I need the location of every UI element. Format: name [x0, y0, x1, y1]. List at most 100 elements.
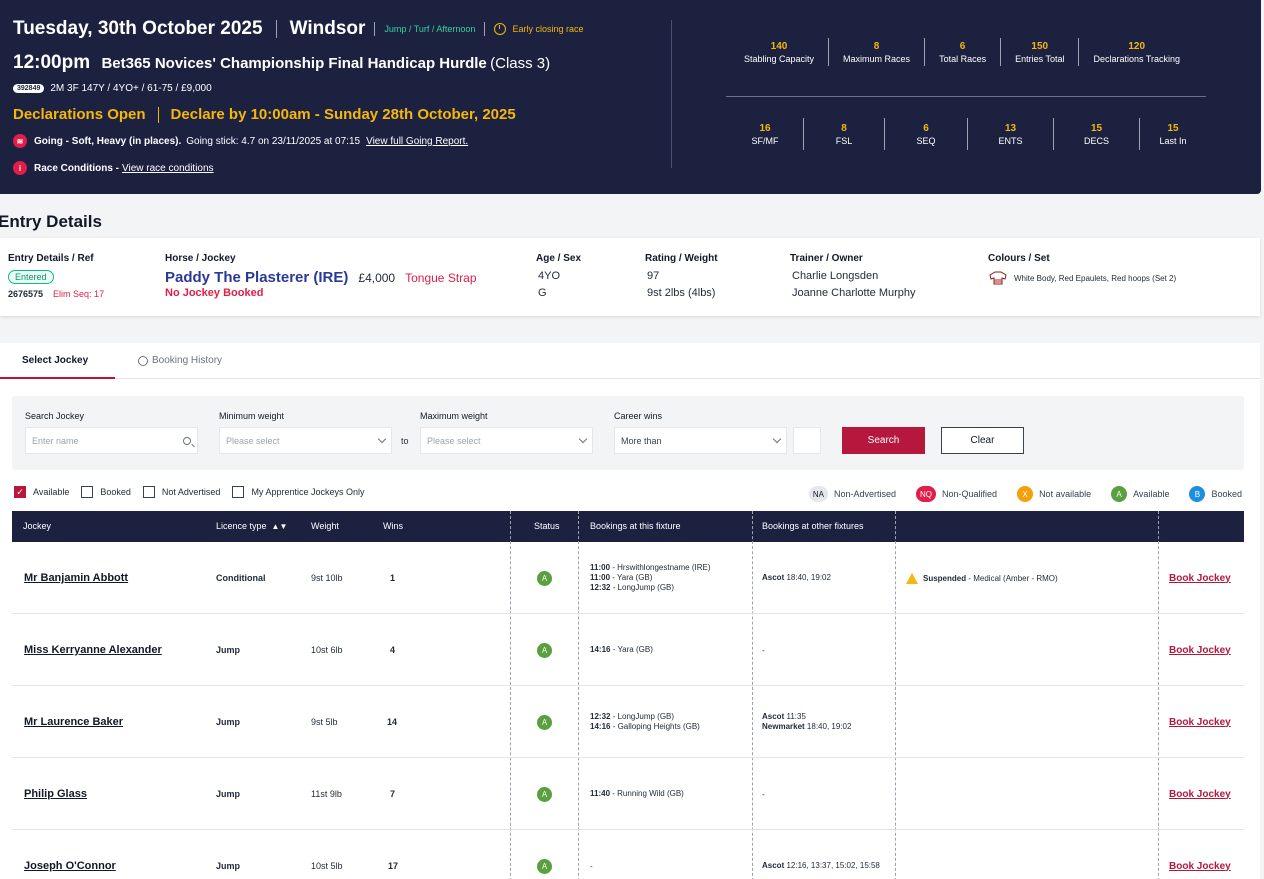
history-icon	[138, 355, 148, 366]
sort-icon[interactable]: ▲▼	[272, 522, 288, 531]
stat-label: Total Races	[939, 53, 987, 64]
jockey-name-link[interactable]: Miss Kerryanne Alexander	[24, 644, 162, 656]
horse-col: Horse / Jockey Paddy The Plasterer (IRE)…	[165, 253, 477, 299]
checkbox-apprentice-only[interactable]: My Apprentice Jockeys Only	[232, 486, 364, 498]
declarations-row: Declarations Open Declare by 10:00am - S…	[13, 106, 516, 123]
jockey-name-link[interactable]: Philip Glass	[24, 788, 87, 800]
suspended-reason: Medical (Amber - RMO)	[973, 573, 1058, 583]
checkbox-booked[interactable]: Booked	[81, 486, 131, 498]
book-jockey-link[interactable]: Book Jockey	[1169, 645, 1231, 656]
checkbox-box[interactable]	[232, 486, 245, 498]
stat-decs: 15 DECS	[1054, 118, 1140, 150]
this-fixture-list: 12:32 - LongJump (GB) 14:16 - Galloping …	[590, 712, 700, 732]
book-jockey-link[interactable]: Book Jockey	[1169, 573, 1231, 584]
booking-time: 11:40	[590, 789, 611, 798]
race-header: Tuesday, 30th October 2025 Windsor Jump …	[0, 0, 1261, 194]
wins-cell: 17	[388, 861, 399, 871]
stat-value: 16	[759, 122, 771, 134]
conditions-label: Race Conditions -	[34, 162, 120, 174]
stat-value: 8	[873, 40, 880, 52]
entry-details-card: Entry Details / Ref Entered 2676575 Elim …	[0, 238, 1260, 316]
career-wins-select[interactable]: More than	[614, 427, 787, 454]
col-heading: Colours / Set	[988, 253, 1050, 264]
horse-line: Paddy The Plasterer (IRE) £4,000 Tongue …	[165, 269, 477, 286]
booking-time: 14:16	[590, 645, 611, 654]
clock-icon	[494, 23, 507, 35]
search-label: Search Jockey	[25, 411, 85, 421]
stat-label: ENTS	[998, 135, 1023, 146]
status-cell: A	[537, 830, 552, 879]
stat-value: 8	[841, 122, 847, 134]
trainer-col: Trainer / Owner Charlie Longsden Joanne …	[790, 253, 916, 299]
race-date: Tuesday, 30th October 2025	[13, 18, 263, 39]
licence-cell: Conditional	[216, 573, 266, 583]
this-fixture-cell: -	[590, 861, 593, 871]
min-weight-select[interactable]: Please select	[219, 427, 392, 454]
col-licence-type[interactable]: Licence type ▲▼	[216, 521, 287, 531]
booking-item: 12:32 - LongJump (GB)	[590, 712, 675, 721]
legend-item: X Not available	[1017, 486, 1091, 502]
jockey-name-link[interactable]: Mr Laurence Baker	[24, 716, 123, 728]
stat-sfmf: 16 SF/MF	[727, 118, 804, 150]
career-wins-value: More than	[621, 435, 662, 446]
booking-horse: Hrswithlongestname (IRE)	[617, 563, 711, 572]
jockey-name-link[interactable]: Joseph O'Connor	[24, 860, 116, 872]
search-button[interactable]: Search	[842, 427, 925, 454]
book-cell: Book Jockey	[1169, 614, 1231, 686]
checkbox-available[interactable]: ✓ Available	[14, 486, 69, 498]
booking-item: 14:16 - Galloping Heights (GB)	[590, 722, 700, 731]
note-cell: Suspended - Medical (Amber - RMO)	[906, 542, 1058, 614]
other-fixture-list: Ascot 11:35 Newmarket 18:40, 19:02	[762, 712, 851, 732]
checkbox-checked-icon[interactable]: ✓	[14, 486, 26, 498]
stats-bottom: 16 SF/MF 8 FSL 6 SEQ 13 ENTS 15 DECS 15 Last I…	[727, 118, 1206, 150]
max-weight-select[interactable]: Please select	[420, 427, 593, 454]
horse-rating: 97	[647, 270, 660, 282]
book-jockey-link[interactable]: Book Jockey	[1169, 717, 1231, 728]
legend-label: Booked	[1211, 489, 1242, 499]
col-heading: Trainer / Owner	[790, 253, 863, 264]
race-conditions-link[interactable]: View race conditions	[122, 163, 214, 174]
stat-value: 120	[1128, 40, 1146, 52]
stat-last-in: 15 Last In	[1140, 118, 1206, 150]
licence-cell: Jump	[216, 789, 241, 799]
book-jockey-link[interactable]: Book Jockey	[1169, 861, 1231, 872]
declare-by: Declare by 10:00am - Sunday 28th October…	[170, 106, 516, 123]
booking-course: Ascot	[762, 573, 785, 582]
jockey-name-link[interactable]: Mr Banjamin Abbott	[24, 572, 128, 584]
stat-value: 140	[770, 40, 788, 52]
horse-price: £4,000	[358, 271, 396, 285]
booking-times: 11:35	[786, 712, 806, 721]
race-meta: Jump / Turf / Afternoon	[384, 24, 476, 34]
race-info-row: 392849 2M 3F 147Y / 4YO+ / 61-75 / £9,00…	[13, 83, 212, 94]
horse-name[interactable]: Paddy The Plasterer (IRE)	[165, 269, 348, 286]
weight-cell: 11st 9lb	[311, 789, 342, 799]
checkbox-box[interactable]	[81, 486, 94, 498]
race-class: (Class 3)	[490, 55, 551, 72]
going-report-link[interactable]: View full Going Report.	[366, 136, 468, 147]
active-tab-indicator	[0, 377, 115, 379]
book-jockey-link[interactable]: Book Jockey	[1169, 789, 1231, 800]
stat-label: DECS	[1083, 135, 1109, 146]
booking-time: 11:00	[590, 563, 611, 572]
legend-label: Non-Advertised	[834, 489, 897, 499]
select-jockey-panel: Select Jockey Booking History Search Joc…	[0, 343, 1260, 879]
this-fixture-list: 11:00 - Hrswithlongestname (IRE) 11:00 -…	[590, 563, 711, 593]
race-name-row: 12:00pm Bet365 Novices' Championship Fin…	[13, 52, 550, 74]
tab-booking-history[interactable]: Booking History	[138, 355, 222, 366]
status-available-badge: A	[537, 714, 552, 730]
status-available-badge: A	[537, 570, 552, 586]
search-input[interactable]: Enter name	[25, 427, 198, 454]
booking-horse: LongJump (GB)	[617, 712, 675, 721]
stat-value: 15	[1090, 122, 1103, 134]
career-wins-input[interactable]	[793, 427, 821, 454]
clear-button[interactable]: Clear	[941, 427, 1024, 454]
early-closing-label: Early closing race	[512, 24, 584, 34]
checkbox-box[interactable]	[142, 486, 155, 498]
col-status: Status	[534, 521, 560, 531]
other-fixtures-cell: Ascot 18:40, 19:02	[762, 542, 831, 614]
checkbox-not-advertised[interactable]: Not Advertised	[142, 486, 220, 498]
tab-select-jockey[interactable]: Select Jockey	[22, 355, 88, 366]
table-row: Philip Glass Jump 11st 9lb 7 A 11:40 - R…	[12, 758, 1244, 830]
chevron-down-icon	[772, 434, 782, 444]
col-wins: Wins	[383, 521, 403, 531]
